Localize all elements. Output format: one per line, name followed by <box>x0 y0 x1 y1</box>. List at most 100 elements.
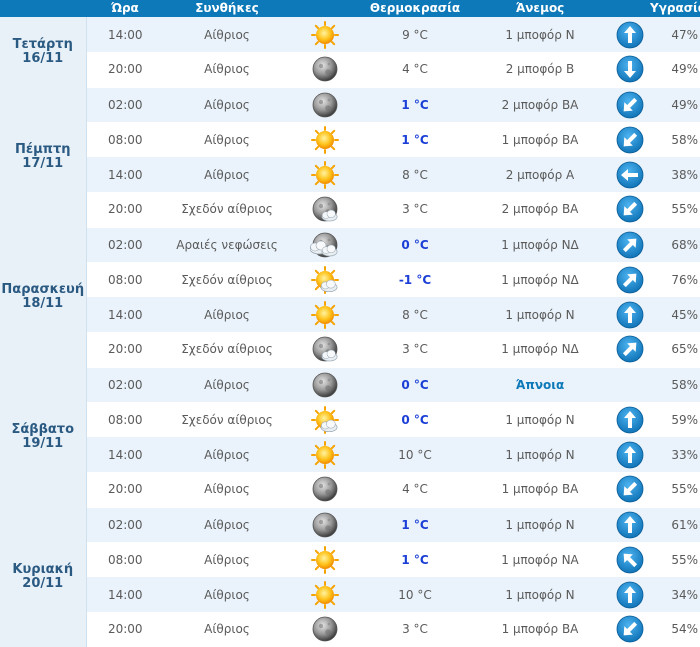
wind-arrow-icon <box>616 615 644 643</box>
wind-cell: 2 μποφόρ ΒΑ <box>470 87 610 122</box>
weather-icon-cell <box>290 52 360 88</box>
time-cell: 20:00 <box>86 612 164 647</box>
humidity-cell: 61% <box>650 507 700 542</box>
time-cell: 08:00 <box>86 262 164 297</box>
humidity-cell: 33% <box>650 437 700 472</box>
weather-icon-cell <box>290 192 360 228</box>
table-row: 20:00 Σχεδόν αίθριος 3 °C 2 μποφόρ ΒΑ 55… <box>0 192 700 228</box>
wind-direction-header <box>610 0 650 17</box>
wind-cell: 1 μποφόρ ΝΔ <box>470 227 610 262</box>
day-name: Κυριακή <box>12 562 74 577</box>
weather-icon-cell <box>290 227 360 262</box>
wind-direction-cell <box>610 192 650 228</box>
time-cell: 14:00 <box>86 437 164 472</box>
humidity-cell: 38% <box>650 157 700 192</box>
temperature-cell: 1 °C <box>360 122 470 157</box>
temperature-cell: 10 °C <box>360 577 470 612</box>
wind-direction-cell <box>610 87 650 122</box>
day-date: 16/11 <box>22 51 64 66</box>
temperature-cell: 3 °C <box>360 332 470 368</box>
humidity-cell: 55% <box>650 472 700 508</box>
moon-icon <box>310 616 340 642</box>
wind-direction-cell <box>610 542 650 577</box>
sun-icon <box>310 160 340 189</box>
time-cell: 14:00 <box>86 17 164 52</box>
temperature-cell: 9 °C <box>360 17 470 52</box>
temperature-cell: 10 °C <box>360 437 470 472</box>
condition-cell: Σχεδόν αίθριος <box>164 192 290 228</box>
condition-cell: Σχεδόν αίθριος <box>164 332 290 368</box>
wind-cell: Άπνοια <box>470 367 610 402</box>
weather-icon-cell <box>290 17 360 52</box>
wind-direction-cell <box>610 297 650 332</box>
wind-cell: 1 μποφόρ ΒΑ <box>470 122 610 157</box>
moon-icon <box>310 56 340 82</box>
humidity-cell: 49% <box>650 52 700 88</box>
moon-icon <box>310 476 340 502</box>
wind-direction-cell <box>610 227 650 262</box>
sun-icon <box>310 300 340 329</box>
condition-cell: Αίθριος <box>164 17 290 52</box>
table-row: 08:00 Σχεδόν αίθριος -1 °C 1 μποφόρ ΝΔ 7… <box>0 262 700 297</box>
sun-cloud-icon <box>310 405 340 434</box>
table-row: Τετάρτη 16/11 14:00 Αίθριος 9 °C 1 μποφόρ Ν … <box>0 17 700 87</box>
sun-icon <box>310 125 340 154</box>
time-cell: 08:00 <box>86 122 164 157</box>
weather-icon-cell <box>290 367 360 402</box>
moon-icon <box>310 372 340 398</box>
day-name: Πέμπτη <box>14 142 71 157</box>
temperature-cell: 1 °C <box>360 542 470 577</box>
icon-header <box>290 0 360 17</box>
table-row: 20:00 Σχεδόν αίθριος 3 °C 1 μποφόρ ΝΔ 65… <box>0 332 700 368</box>
condition-cell: Αίθριος <box>164 87 290 122</box>
temperature-cell: 1 °C <box>360 507 470 542</box>
wind-cell: 2 μποφόρ Β <box>470 52 610 88</box>
condition-cell: Αίθριος <box>164 157 290 192</box>
sun-icon <box>310 545 340 574</box>
wind-arrow-icon <box>616 335 644 363</box>
humidity-cell: 58% <box>650 367 700 402</box>
day-name: Παρασκευή <box>1 282 85 297</box>
table-row: 20:00 Αίθριος 3 °C 1 μποφόρ ΒΑ 54% <box>0 612 700 647</box>
wind-cell: 1 μποφόρ Ν <box>470 297 610 332</box>
day-label: Σάββατο 19/11 <box>0 367 87 507</box>
wind-cell: 1 μποφόρ Ν <box>470 507 610 542</box>
wind-direction-cell <box>610 332 650 368</box>
wind-header: Άνεμος <box>470 0 610 17</box>
condition-cell: Αίθριος <box>164 437 290 472</box>
day-label: Τετάρτη 16/11 <box>0 17 87 87</box>
wind-direction-cell <box>610 437 650 472</box>
weather-icon-cell <box>290 577 360 612</box>
wind-arrow-icon <box>616 231 644 259</box>
day-date: 18/11 <box>22 296 64 311</box>
humidity-cell: 68% <box>650 227 700 262</box>
weather-icon-cell <box>290 612 360 647</box>
wind-direction-cell <box>610 52 650 88</box>
table-row: Πέμπτη 17/11 02:00 Αίθριος 1 °C 2 μποφόρ ΒΑ … <box>0 87 700 227</box>
wind-direction-cell <box>610 17 650 52</box>
sun-cloud-icon <box>310 265 340 294</box>
humidity-cell: 55% <box>650 192 700 228</box>
day-name: Τετάρτη <box>12 37 73 52</box>
table-row: Παρασκευή 18/11 02:00 Αραιές νεφώσεις 0 °C 1… <box>0 227 700 367</box>
weather-icon-cell <box>290 437 360 472</box>
table-row: 20:00 Αίθριος 4 °C 2 μποφόρ Β 49% <box>0 52 700 88</box>
time-cell: 02:00 <box>86 367 164 402</box>
condition-cell: Αραιές νεφώσεις <box>164 227 290 262</box>
wind-cell: 1 μποφόρ ΒΑ <box>470 472 610 508</box>
wind-direction-cell <box>610 507 650 542</box>
weather-icon-cell <box>290 472 360 508</box>
time-cell: 14:00 <box>86 297 164 332</box>
wind-cell: 1 μποφόρ Ν <box>470 402 610 437</box>
time-cell: 20:00 <box>86 192 164 228</box>
humidity-cell: 59% <box>650 402 700 437</box>
weather-icon-cell <box>290 402 360 437</box>
wind-direction-cell <box>610 472 650 508</box>
wind-arrow-icon <box>616 475 644 503</box>
table-row: 20:00 Αίθριος 4 °C 1 μποφόρ ΒΑ 55% <box>0 472 700 508</box>
wind-cell: 1 μποφόρ ΝΑ <box>470 542 610 577</box>
wind-arrow-icon <box>616 511 644 539</box>
day-name: Σάββατο <box>11 422 75 437</box>
day-header <box>0 0 86 17</box>
humidity-cell: 49% <box>650 87 700 122</box>
